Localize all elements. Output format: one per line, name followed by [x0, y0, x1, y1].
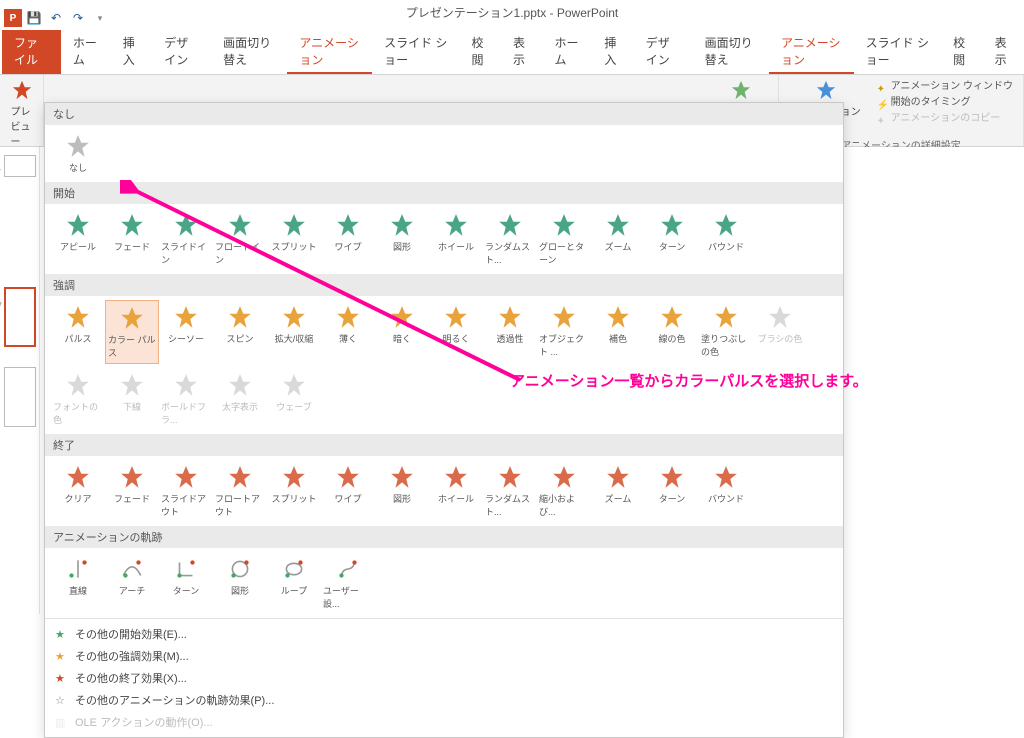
tab-3[interactable]: 画面切り替え: [693, 30, 769, 74]
tab-5[interactable]: スライド ショー: [854, 30, 941, 74]
tab-0[interactable]: ホーム: [61, 30, 111, 74]
anim-item[interactable]: 縮小および...: [537, 460, 591, 522]
tab-6[interactable]: 校閲: [941, 30, 982, 74]
motion-item[interactable]: ターン: [159, 552, 213, 614]
anim-item[interactable]: バウンド: [699, 460, 753, 522]
tab-3[interactable]: 画面切り替え: [211, 30, 287, 74]
more-motion[interactable]: ☆その他のアニメーションの軌跡効果(P)...: [45, 689, 843, 711]
tab-2[interactable]: デザイン: [152, 30, 211, 74]
redo-icon[interactable]: ↷: [68, 8, 88, 28]
tab-5[interactable]: スライド ショー: [372, 30, 459, 74]
section-exit: 終了: [45, 434, 843, 456]
section-none: なし: [45, 103, 843, 125]
app-icon: P: [4, 9, 22, 27]
animation-pane-button[interactable]: ✦アニメーション ウィンドウ: [877, 79, 1013, 95]
anim-item[interactable]: フェード: [105, 460, 159, 522]
slide-thumbnails: 1★ 2★ 3: [0, 147, 40, 614]
motion-item[interactable]: ユーザー設...: [321, 552, 375, 614]
anim-item[interactable]: アピール: [51, 208, 105, 270]
anim-item[interactable]: フロートアウト: [213, 460, 267, 522]
anim-item: フォントの色: [51, 368, 105, 430]
motion-item[interactable]: アーチ: [105, 552, 159, 614]
tab-7[interactable]: 表示: [501, 30, 542, 74]
anim-item[interactable]: クリア: [51, 460, 105, 522]
ribbon-tabs: ファイル ホーム挿入デザイン画面切り替えアニメーションスライド ショー校閲表示 …: [0, 30, 1024, 75]
anim-item[interactable]: バウンド: [699, 208, 753, 270]
anim-item[interactable]: ターン: [645, 208, 699, 270]
tab-7[interactable]: 表示: [983, 30, 1024, 74]
anim-item[interactable]: ランダムスト...: [483, 460, 537, 522]
anim-item[interactable]: スプリット: [267, 460, 321, 522]
slide-thumb[interactable]: 3: [4, 367, 36, 427]
gallery-footer: ★その他の開始効果(E)... ★その他の強調効果(M)... ★その他の終了効…: [45, 618, 843, 737]
anim-item[interactable]: ホイール: [429, 460, 483, 522]
anim-item[interactable]: ターン: [645, 460, 699, 522]
slide-thumb[interactable]: 1★: [4, 155, 36, 177]
tab-1[interactable]: 挿入: [592, 30, 633, 74]
motion-item[interactable]: 直線: [51, 552, 105, 614]
save-icon[interactable]: 💾: [24, 8, 44, 28]
ole-action: ▥OLE アクションの動作(O)...: [45, 711, 843, 733]
star-icon: [730, 79, 752, 101]
anim-item[interactable]: 図形: [375, 460, 429, 522]
more-emphasis[interactable]: ★その他の強調効果(M)...: [45, 645, 843, 667]
tab-1[interactable]: 挿入: [111, 30, 152, 74]
tab-4[interactable]: アニメーション: [287, 30, 372, 74]
tab-file[interactable]: ファイル: [2, 30, 61, 74]
anim-item[interactable]: 補色: [591, 300, 645, 364]
annotation-text: アニメーション一覧からカラーパルスを選択します。: [510, 370, 868, 391]
anim-item[interactable]: オブジェクト ...: [537, 300, 591, 364]
motion-item[interactable]: ループ: [267, 552, 321, 614]
advanced-options: ✦アニメーション ウィンドウ ⚡開始のタイミング ✦アニメーションのコピー: [873, 77, 1017, 135]
anim-item[interactable]: スライドアウト: [159, 460, 213, 522]
tab-6[interactable]: 校閲: [460, 30, 501, 74]
section-motion: アニメーションの軌跡: [45, 526, 843, 548]
group-preview: プレビュー プレビュー: [0, 75, 44, 146]
anim-item: ブラシの色: [753, 300, 807, 364]
anim-none[interactable]: なし: [51, 129, 105, 178]
motion-item[interactable]: 図形: [213, 552, 267, 614]
animation-painter-button[interactable]: ✦アニメーションのコピー: [877, 111, 1013, 127]
preview-button[interactable]: プレビュー: [5, 77, 39, 150]
star-plus-icon: [815, 79, 837, 101]
anim-item[interactable]: 線の色: [645, 300, 699, 364]
star-icon: [11, 79, 33, 101]
slide-thumb[interactable]: 2★: [4, 287, 36, 347]
anim-item[interactable]: 塗りつぶしの色: [699, 300, 753, 364]
qat-more-icon[interactable]: ▾: [90, 8, 110, 28]
document-title: プレゼンテーション1.pptx - PowerPoint: [406, 4, 618, 21]
anim-item[interactable]: ズーム: [591, 460, 645, 522]
anim-item[interactable]: グローとターン: [537, 208, 591, 270]
anim-item[interactable]: ズーム: [591, 208, 645, 270]
undo-icon[interactable]: ↶: [46, 8, 66, 28]
anim-item[interactable]: ワイプ: [321, 460, 375, 522]
more-exit[interactable]: ★その他の終了効果(X)...: [45, 667, 843, 689]
tab-4[interactable]: アニメーション: [769, 30, 854, 74]
tab-0[interactable]: ホーム: [542, 30, 592, 74]
annotation-arrow: [120, 180, 540, 400]
anim-item[interactable]: パルス: [51, 300, 105, 364]
trigger-button[interactable]: ⚡開始のタイミング: [877, 95, 1013, 111]
more-entrance[interactable]: ★その他の開始効果(E)...: [45, 623, 843, 645]
tab-2[interactable]: デザイン: [634, 30, 693, 74]
